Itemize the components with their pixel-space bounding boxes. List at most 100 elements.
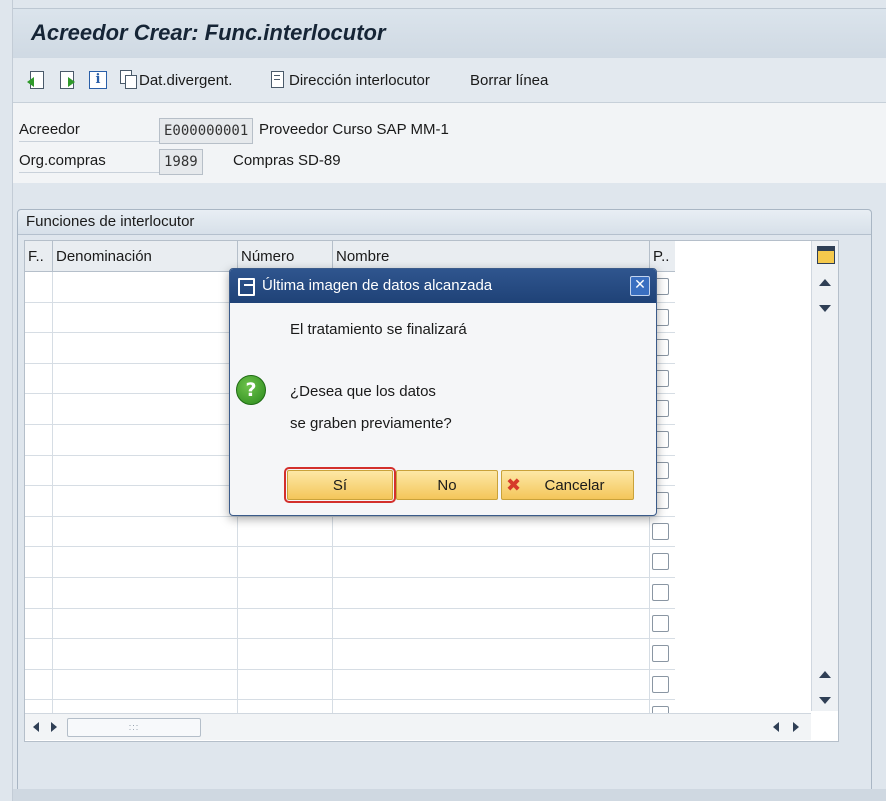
divergent-data-label: Dat.divergent. <box>139 71 233 89</box>
title-bar: Acreedor Crear: Func.interlocutor <box>13 8 886 60</box>
status-bar <box>13 789 886 801</box>
table-cell[interactable] <box>53 302 238 333</box>
scroll-left-icon[interactable] <box>33 722 39 732</box>
yes-label: Sí <box>332 477 348 494</box>
table-cell[interactable] <box>25 669 53 700</box>
row-checkbox[interactable] <box>652 553 669 571</box>
column-header-name[interactable]: Nombre <box>333 241 650 271</box>
info-button[interactable]: i <box>87 68 107 92</box>
table-row[interactable] <box>25 547 675 578</box>
info-icon: i <box>87 70 107 90</box>
vendor-field[interactable]: E000000001 <box>159 118 254 144</box>
table-settings-icon[interactable] <box>817 246 835 264</box>
divergent-data-button[interactable]: Dat.divergent. <box>119 68 232 92</box>
table-cell[interactable] <box>25 272 53 302</box>
table-cell[interactable] <box>53 486 238 516</box>
table-cell[interactable] <box>333 639 650 669</box>
page-title: Acreedor Crear: Func.interlocutor <box>31 20 386 45</box>
cancel-button[interactable]: ✖ Cancelar <box>501 470 634 500</box>
table-cell[interactable] <box>53 394 238 424</box>
table-cell[interactable] <box>25 516 53 547</box>
purch-org-field[interactable]: 1989 <box>159 149 203 175</box>
table-cell[interactable] <box>25 394 53 424</box>
table-cell[interactable] <box>25 639 53 669</box>
delete-line-button[interactable]: Borrar línea <box>470 68 548 92</box>
table-cell[interactable] <box>25 333 53 363</box>
table-cell[interactable] <box>53 272 238 302</box>
vertical-scrollbar[interactable] <box>811 241 838 711</box>
table-cell[interactable] <box>25 363 53 394</box>
cancel-icon: ✖ <box>506 475 522 496</box>
previous-screen-button[interactable] <box>27 68 47 92</box>
scroll-right-end-icon[interactable] <box>793 722 799 732</box>
partner-address-button[interactable]: Dirección interlocutor <box>269 68 430 92</box>
table-cell[interactable] <box>333 547 650 577</box>
table-cell[interactable] <box>333 608 650 639</box>
row-checkbox[interactable] <box>652 614 669 632</box>
horizontal-scrollbar[interactable]: ::: <box>25 713 811 740</box>
table-cell[interactable] <box>53 424 238 455</box>
table-cell[interactable] <box>238 608 333 639</box>
table-cell[interactable] <box>25 424 53 455</box>
table-cell[interactable] <box>25 547 53 577</box>
table-row[interactable] <box>25 669 675 701</box>
row-checkbox[interactable] <box>652 645 669 663</box>
table-cell[interactable] <box>53 455 238 486</box>
next-screen-icon <box>57 70 77 90</box>
delete-line-label: Borrar línea <box>470 71 549 89</box>
row-checkbox[interactable] <box>652 583 669 601</box>
scroll-right-icon[interactable] <box>51 722 57 732</box>
next-screen-button[interactable] <box>57 68 77 92</box>
table-cell[interactable] <box>238 516 333 547</box>
address-icon <box>269 70 289 90</box>
dialog-message-3: se graben previamente? <box>290 415 452 432</box>
table-cell[interactable] <box>53 669 238 700</box>
previous-screen-icon <box>27 70 47 90</box>
table-cell[interactable] <box>25 455 53 486</box>
scroll-down-icon[interactable] <box>819 305 831 312</box>
table-cell[interactable] <box>238 639 333 669</box>
table-cell[interactable] <box>333 577 650 608</box>
scroll-left-end-icon[interactable] <box>773 722 779 732</box>
column-header-p[interactable]: P.. <box>650 241 675 271</box>
column-header-function[interactable]: F.. <box>25 241 53 271</box>
table-cell[interactable] <box>53 608 238 639</box>
table-cell[interactable] <box>25 486 53 516</box>
partner-address-label: Dirección interlocutor <box>289 71 430 89</box>
row-checkbox[interactable] <box>652 675 669 693</box>
yes-button[interactable]: Sí <box>284 467 396 503</box>
table-cell[interactable] <box>53 577 238 608</box>
table-cell[interactable] <box>53 363 238 394</box>
dialog: Última imagen de datos alcanzada ✕ El tr… <box>229 268 657 516</box>
table-cell[interactable] <box>25 577 53 608</box>
no-button[interactable]: No <box>396 470 498 500</box>
table-cell[interactable] <box>53 333 238 363</box>
purch-org-description: Compras SD-89 <box>233 152 341 169</box>
header-panel: Acreedor E000000001 Proveedor Curso SAP … <box>13 103 886 183</box>
table-row[interactable] <box>25 608 675 640</box>
table-cell[interactable] <box>333 669 650 700</box>
row-checkbox[interactable] <box>652 522 669 540</box>
table-row[interactable] <box>25 516 675 548</box>
column-header-number[interactable]: Número <box>238 241 333 271</box>
dialog-title-bar: Última imagen de datos alcanzada ✕ <box>230 269 656 303</box>
table-cell[interactable] <box>25 608 53 639</box>
group-title: Funciones de interlocutor <box>18 210 871 235</box>
horizontal-scroll-thumb[interactable]: ::: <box>67 718 201 737</box>
table-cell[interactable] <box>238 547 333 577</box>
column-header-description[interactable]: Denominación <box>53 241 238 271</box>
table-row[interactable] <box>25 639 675 670</box>
table-cell[interactable] <box>333 516 650 547</box>
table-cell[interactable] <box>53 516 238 547</box>
table-cell[interactable] <box>53 639 238 669</box>
table-cell[interactable] <box>25 302 53 333</box>
scroll-up-icon[interactable] <box>819 279 831 286</box>
dialog-message-1: El tratamiento se finalizará <box>290 321 467 338</box>
table-cell[interactable] <box>238 669 333 700</box>
table-cell[interactable] <box>53 547 238 577</box>
scroll-up-bottom-icon[interactable] <box>819 671 831 678</box>
table-row[interactable] <box>25 577 675 609</box>
close-icon[interactable]: ✕ <box>630 276 650 296</box>
table-cell[interactable] <box>238 577 333 608</box>
scroll-down-bottom-icon[interactable] <box>819 697 831 704</box>
